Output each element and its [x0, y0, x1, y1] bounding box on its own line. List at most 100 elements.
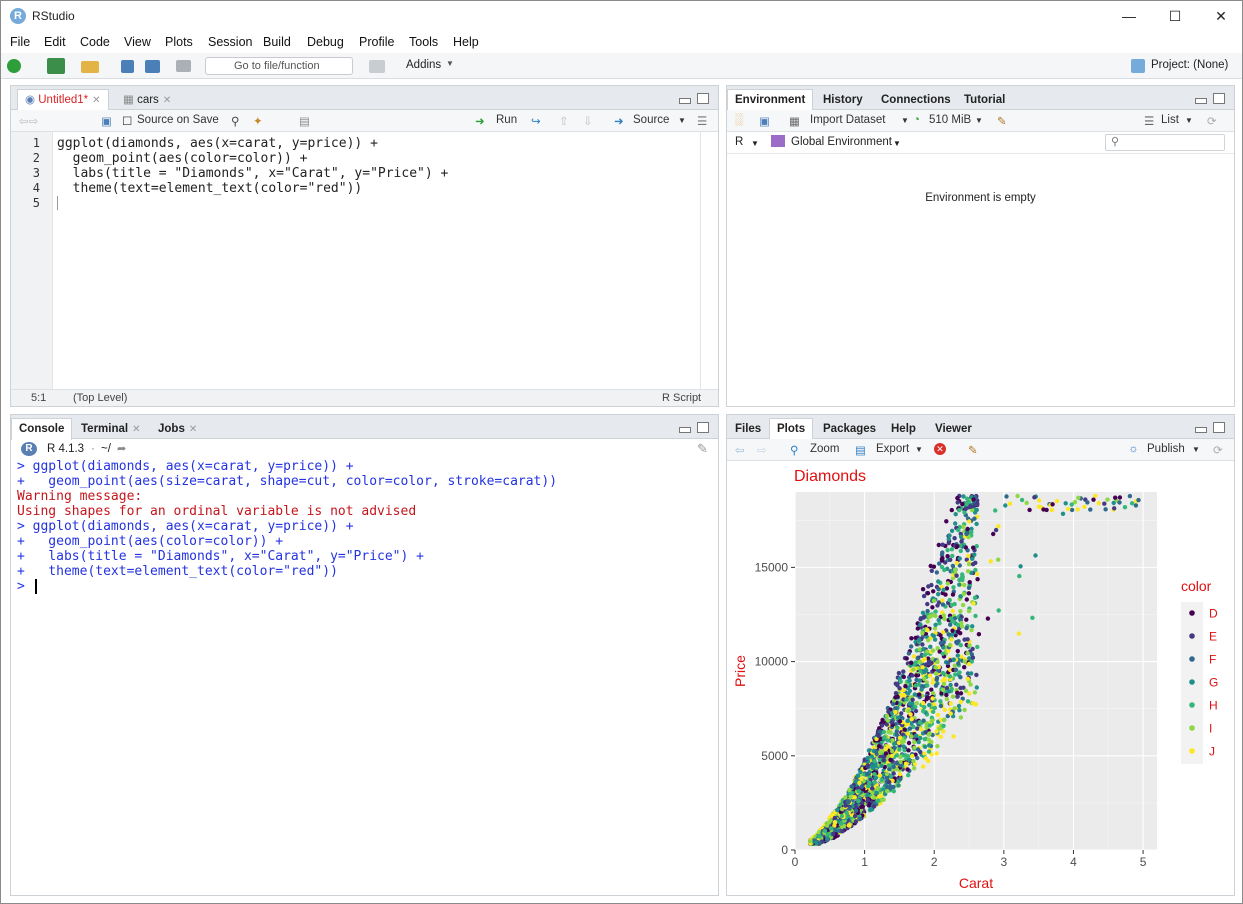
- menu-view[interactable]: View: [124, 35, 151, 49]
- up-icon[interactable]: ⇧: [559, 114, 569, 128]
- close-icon[interactable]: ✕: [163, 95, 171, 106]
- scatter-point: [973, 702, 978, 707]
- tab-packages[interactable]: Packages: [815, 418, 884, 439]
- chevron-down-icon[interactable]: ▼: [1185, 116, 1193, 125]
- maximize-pane-icon[interactable]: [697, 422, 709, 433]
- menu-file[interactable]: File: [10, 35, 30, 49]
- menu-code[interactable]: Code: [80, 35, 110, 49]
- menu-help[interactable]: Help: [453, 35, 479, 49]
- goto-file-input[interactable]: Go to file/function: [205, 57, 353, 75]
- tab-help[interactable]: Help: [883, 418, 924, 439]
- refresh-icon[interactable]: ⟳: [1207, 114, 1217, 128]
- rerun-icon[interactable]: ↪: [531, 114, 541, 128]
- publish-button[interactable]: Publish: [1147, 443, 1185, 455]
- minimize-pane-icon[interactable]: [679, 98, 691, 104]
- back-arrow-icon[interactable]: ⇦: [735, 443, 745, 457]
- menu-session[interactable]: Session: [208, 35, 252, 49]
- close-button[interactable]: ✕: [1198, 1, 1243, 31]
- save-icon[interactable]: [121, 60, 134, 73]
- refresh-icon[interactable]: ⟳: [1213, 443, 1223, 457]
- close-icon[interactable]: ✕: [189, 424, 197, 435]
- chevron-down-icon[interactable]: ▼: [915, 445, 923, 454]
- menu-profile[interactable]: Profile: [359, 35, 394, 49]
- tab-environment[interactable]: Environment: [727, 89, 814, 111]
- tab-untitled1[interactable]: ◉ Untitled1* ✕: [17, 89, 109, 111]
- down-icon[interactable]: ⇩: [583, 114, 593, 128]
- chevron-down-icon[interactable]: ▼: [901, 116, 909, 125]
- close-icon[interactable]: ✕: [132, 424, 140, 435]
- maximize-pane-icon[interactable]: [697, 93, 709, 104]
- open-folder-icon[interactable]: ░: [735, 114, 743, 126]
- minimize-button[interactable]: —: [1106, 1, 1152, 31]
- close-icon[interactable]: ✕: [92, 95, 100, 106]
- scatter-point: [847, 787, 852, 793]
- new-project-icon[interactable]: [47, 58, 65, 74]
- tab-viewer[interactable]: Viewer: [927, 418, 980, 439]
- back-icon[interactable]: ⇦⇨: [19, 114, 38, 128]
- export-button[interactable]: Export: [876, 443, 909, 455]
- minimize-pane-icon[interactable]: [679, 427, 691, 433]
- remove-plot-icon[interactable]: ✕: [934, 443, 946, 455]
- scatter-point: [948, 557, 953, 562]
- project-menu[interactable]: Project: (None): [1151, 59, 1228, 71]
- tab-cars[interactable]: ▦ cars ✕: [115, 89, 179, 110]
- addins-button[interactable]: Addins: [406, 59, 441, 71]
- print-icon[interactable]: [176, 60, 191, 72]
- save-all-icon[interactable]: [145, 60, 160, 73]
- grid-layout-icon[interactable]: [369, 60, 385, 73]
- env-search-input[interactable]: ⚲: [1105, 134, 1225, 151]
- list-view-button[interactable]: List: [1161, 114, 1179, 126]
- memory-usage[interactable]: 510 MiB: [929, 114, 971, 126]
- menu-build[interactable]: Build: [263, 35, 291, 49]
- menu-tools[interactable]: Tools: [409, 35, 438, 49]
- tab-history[interactable]: History: [815, 89, 871, 110]
- tab-tutorial[interactable]: Tutorial: [956, 89, 1013, 110]
- run-button[interactable]: Run: [496, 114, 517, 126]
- broom-icon[interactable]: ✎: [997, 114, 1007, 128]
- menu-plots[interactable]: Plots: [165, 35, 193, 49]
- chevron-down-icon[interactable]: ▼: [893, 139, 901, 148]
- save-icon[interactable]: ▣: [759, 114, 770, 128]
- search-icon[interactable]: ⚲: [231, 114, 239, 128]
- tab-plots[interactable]: Plots: [769, 418, 814, 440]
- chevron-down-icon[interactable]: ▼: [1192, 445, 1200, 454]
- options-icon[interactable]: ☰: [697, 114, 707, 128]
- new-file-icon[interactable]: [7, 59, 21, 73]
- scatter-point: [933, 665, 938, 670]
- zoom-button[interactable]: Zoom: [810, 443, 839, 455]
- import-dataset-button[interactable]: Import Dataset: [810, 114, 885, 126]
- source-button[interactable]: Source: [633, 114, 669, 126]
- code-editor[interactable]: ggplot(diamonds, aes(x=carat, y=price)) …: [53, 132, 700, 389]
- open-file-icon[interactable]: [81, 61, 99, 73]
- tab-connections[interactable]: Connections: [873, 89, 959, 110]
- forward-arrow-icon[interactable]: ⇨: [757, 443, 767, 457]
- chevron-down-icon[interactable]: ▼: [751, 139, 759, 148]
- file-type-selector[interactable]: R Script: [662, 392, 701, 404]
- menu-debug[interactable]: Debug: [307, 35, 344, 49]
- broom-icon[interactable]: ✎: [968, 443, 978, 457]
- tab-terminal[interactable]: Terminal ✕: [73, 418, 148, 439]
- language-selector[interactable]: R: [735, 136, 743, 148]
- global-environment-selector[interactable]: Global Environment: [791, 136, 892, 148]
- goto-directory-icon[interactable]: ➦: [117, 442, 126, 455]
- minimize-pane-icon[interactable]: [1195, 427, 1207, 433]
- clear-console-icon[interactable]: ✎: [697, 441, 708, 457]
- tab-files[interactable]: Files: [727, 418, 769, 439]
- minimize-pane-icon[interactable]: [1195, 98, 1207, 104]
- maximize-pane-icon[interactable]: [1213, 422, 1225, 433]
- maximize-button[interactable]: ☐: [1152, 1, 1198, 31]
- save-icon[interactable]: ▣: [101, 114, 112, 128]
- chevron-down-icon[interactable]: ▼: [678, 116, 686, 125]
- chevron-down-icon[interactable]: ▼: [975, 116, 983, 125]
- menu-edit[interactable]: Edit: [44, 35, 66, 49]
- maximize-pane-icon[interactable]: [1213, 93, 1225, 104]
- wand-icon[interactable]: ✦: [253, 114, 263, 128]
- tab-console[interactable]: Console: [11, 418, 73, 440]
- working-directory[interactable]: ~/: [101, 443, 111, 455]
- source-on-save-checkbox[interactable]: ☐: [122, 114, 132, 128]
- console-output[interactable]: > ggplot(diamonds, aes(x=carat, y=price)…: [11, 459, 718, 895]
- tab-jobs[interactable]: Jobs ✕: [150, 418, 205, 439]
- editor-scrollbar[interactable]: [700, 132, 718, 389]
- scope-selector[interactable]: (Top Level): [73, 392, 127, 404]
- outline-icon[interactable]: ▤: [299, 114, 310, 128]
